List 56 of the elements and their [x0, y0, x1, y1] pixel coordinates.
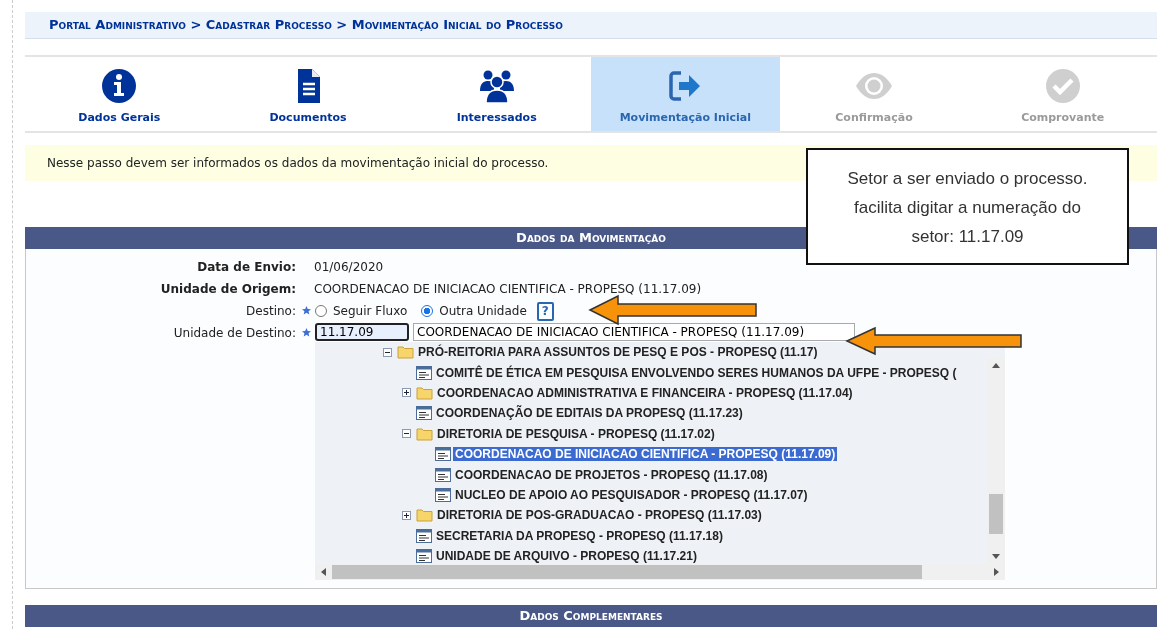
tree-item[interactable]: COMITÊ DE ÉTICA EM PESQUISA ENVOLVENDO SERES HUMANOS DA UFPE - PROPESQ ( [434, 365, 959, 380]
radio-label: Seguir Fluxo [333, 303, 408, 320]
unit-icon [416, 406, 432, 421]
field-label: Destino: [245, 303, 297, 320]
step-tab[interactable]: Documentos [213, 57, 403, 131]
tree-item[interactable]: COORDENAÇÃO DE EDITAIS DA PROPESQ (11.17.23) [434, 406, 745, 421]
tree-item[interactable]: COORDENACAO ADMINISTRATIVA E FINANCEIRA - PROPESQ (11.17.04) [435, 385, 855, 400]
field-label: Data de Envio: [196, 259, 297, 276]
field-value: 01/06/2020 [313, 259, 384, 276]
unit-icon [435, 467, 451, 482]
tree-item[interactable]: COORDENACAO DE PROJETOS - PROPESQ (11.17.08) [453, 467, 770, 482]
radio-button[interactable] [421, 305, 434, 317]
collapse-icon[interactable] [383, 347, 392, 357]
tree-item[interactable]: PRÓ-REITORIA PARA ASSUNTOS DE PESQ E POS - PROPESQ (11.17) [416, 345, 820, 360]
callout-note: Setor a ser enviado o processo. facilita digitar a numeração do setor: 11.17.09 [806, 148, 1129, 265]
scroll-down-icon[interactable] [992, 554, 1000, 559]
folder-icon [397, 345, 414, 360]
scroll-left-icon[interactable] [321, 568, 326, 576]
section-header: Dados Complementares [25, 605, 1157, 627]
folder-icon [416, 426, 433, 441]
radio-option[interactable]: Outra Unidade [421, 301, 527, 321]
unit-name-field[interactable]: COORDENACAO DE INICIACAO CIENTIFICA - PROPESQ (11.17.09) [413, 323, 855, 341]
radio-button[interactable] [315, 305, 327, 317]
tree-item[interactable]: COORDENACAO DE INICIACAO CIENTIFICA - PROPESQ (11.17.09) [453, 447, 838, 462]
tree-item[interactable]: DIRETORIA DE POS-GRADUACAO - PROPESQ (11.17.03) [435, 508, 764, 523]
tree-item[interactable]: SECRETARIA DA PROPESQ - PROPESQ (11.17.18) [434, 528, 725, 543]
field-label: Unidade de Destino: [172, 325, 297, 342]
radio-label: Outra Unidade [439, 303, 527, 320]
vertical-scrollbar[interactable] [987, 358, 1005, 564]
scrollbar-thumb[interactable] [989, 494, 1003, 534]
expand-icon[interactable] [402, 388, 411, 398]
code-input-field[interactable]: 11.17.09 [315, 323, 409, 341]
help-button[interactable]: ? [536, 301, 554, 321]
folder-icon [416, 385, 433, 400]
step-tab[interactable]: Interessados [402, 57, 591, 131]
tree-item[interactable]: DIRETORIA DE PESQUISA - PROPESQ (11.17.02) [435, 426, 717, 441]
unit-icon [416, 549, 432, 564]
collapse-icon[interactable] [402, 429, 411, 439]
scroll-up-icon[interactable] [992, 363, 1000, 368]
step-tab[interactable]: Movimentação Inicial [591, 57, 780, 131]
folder-icon [416, 508, 433, 523]
breadcrumb: Portal Administrativo > Cadastrar Processo > Movimentação Inicial do Processo [25, 12, 1157, 39]
field-label: Unidade de Origem: [159, 281, 297, 298]
horizontal-scrollbar[interactable] [315, 564, 1005, 580]
scroll-right-icon[interactable] [994, 568, 999, 576]
expand-icon[interactable] [402, 510, 411, 520]
unit-icon [435, 447, 451, 462]
field-value: COORDENACAO DE INICIACAO CIENTIFICA - PROPESQ (11.17.09) [313, 281, 702, 298]
scrollbar-thumb[interactable] [332, 565, 922, 579]
radio-option[interactable]: Seguir Fluxo [315, 301, 408, 321]
unit-icon [435, 487, 451, 502]
tree-item[interactable]: NUCLEO DE APOIO AO PESQUISADOR - PROPESQ (11.17.07) [453, 487, 810, 502]
unit-icon [416, 365, 432, 380]
tree-item[interactable]: UNIDADE DE ARQUIVO - PROPESQ (11.17.21) [434, 549, 699, 564]
unit-icon [416, 528, 432, 543]
step-tab[interactable]: Dados Gerais [25, 57, 214, 131]
